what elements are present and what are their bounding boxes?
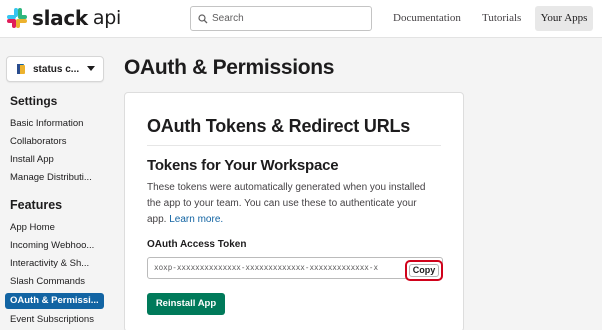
app-name: status c... — [33, 63, 80, 75]
sidebar-item-event-subscriptions[interactable]: Event Subscriptions — [10, 314, 94, 325]
search-input[interactable]: Search — [190, 6, 372, 31]
page-title: OAuth & Permissions — [124, 56, 335, 79]
copy-highlight: Copy — [405, 260, 443, 281]
card-title: OAuth Tokens & Redirect URLs — [147, 116, 411, 136]
reinstall-app-button[interactable]: Reinstall App — [147, 293, 225, 315]
logo-text: slack — [32, 6, 88, 30]
sidebar-item-interactivity[interactable]: Interactivity & Sh... — [10, 258, 89, 269]
tokens-description: These tokens were automatically generate… — [147, 180, 447, 228]
divider — [147, 145, 441, 146]
sidebar-item-oauth-permissions[interactable]: OAuth & Permissi... — [5, 293, 104, 309]
token-label: OAuth Access Token — [147, 239, 247, 250]
search-placeholder: Search — [212, 13, 244, 24]
description-line: app. — [147, 214, 167, 225]
description-line: the app to your team. You can use these … — [147, 198, 417, 209]
app-book-icon — [17, 64, 25, 74]
slack-api-logo[interactable]: slack api — [6, 6, 121, 30]
description-line: These tokens were automatically generate… — [147, 182, 426, 193]
chevron-down-icon — [87, 66, 95, 71]
sidebar-item-basic-information[interactable]: Basic Information — [10, 118, 83, 129]
learn-more-link[interactable]: Learn more. — [169, 214, 223, 225]
section-title: Tokens for Your Workspace — [147, 157, 339, 174]
sidebar-item-collaborators[interactable]: Collaborators — [10, 136, 67, 147]
sidebar-item-manage-distribution[interactable]: Manage Distributi... — [10, 172, 92, 183]
features-heading: Features — [10, 198, 63, 212]
sidebar-item-slash-commands[interactable]: Slash Commands — [10, 276, 85, 287]
nav-your-apps[interactable]: Your Apps — [535, 6, 593, 31]
settings-heading: Settings — [10, 94, 58, 108]
logo-sub: api — [92, 7, 122, 29]
sidebar-item-install-app[interactable]: Install App — [10, 154, 54, 165]
oauth-token-field[interactable]: xoxp-xxxxxxxxxxxxxx-xxxxxxxxxxxxx-xxxxxx… — [147, 257, 443, 279]
sidebar-item-incoming-webhooks[interactable]: Incoming Webhoo... — [10, 240, 94, 251]
app-switcher[interactable]: status c... — [6, 56, 104, 82]
copy-button[interactable]: Copy — [409, 264, 439, 277]
search-icon — [198, 13, 208, 23]
nav-documentation[interactable]: Documentation — [393, 6, 461, 31]
top-bar: slack api Search Documentation Tutorials… — [0, 0, 602, 38]
sidebar-item-app-home[interactable]: App Home — [10, 222, 55, 233]
nav-tutorials[interactable]: Tutorials — [482, 6, 521, 31]
slack-logo-icon — [7, 8, 27, 28]
description-line-last: app. Learn more. — [147, 212, 447, 228]
oauth-tokens-card: OAuth Tokens & Redirect URLs Tokens for … — [124, 92, 464, 330]
